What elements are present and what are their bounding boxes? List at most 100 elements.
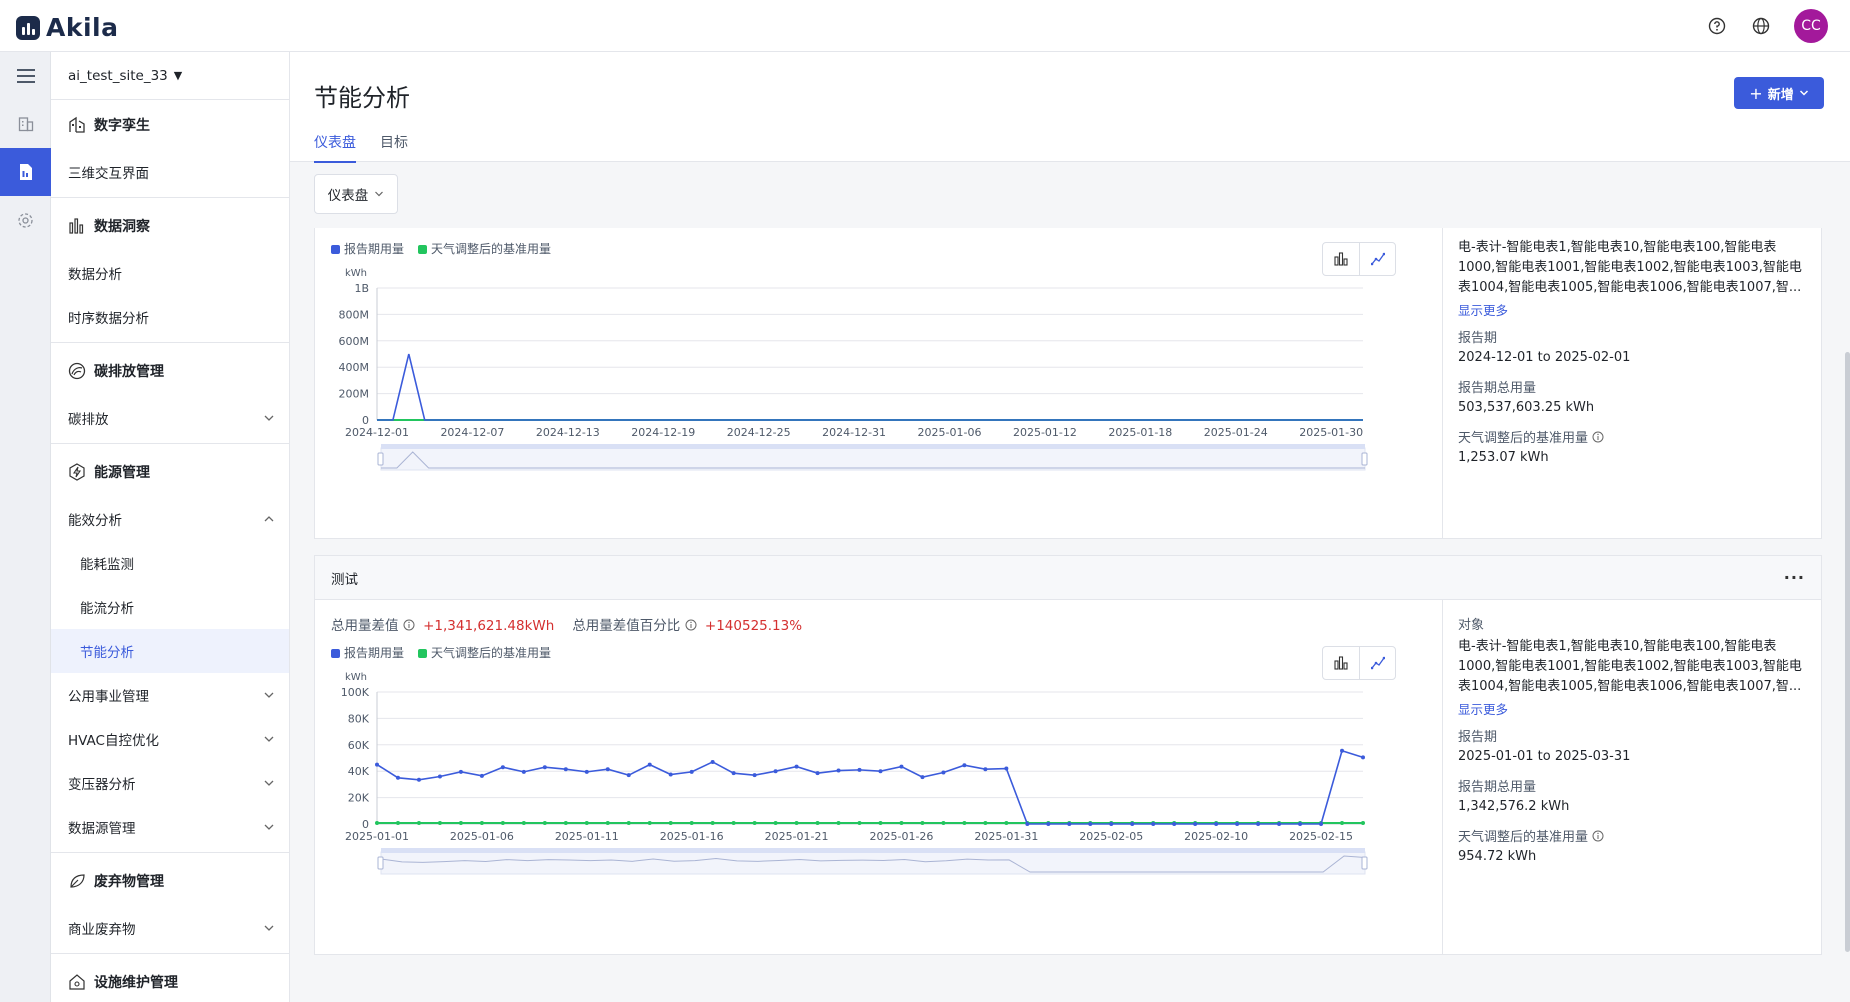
sidebar-item-consumption-monitor[interactable]: 能耗监测 — [51, 541, 289, 585]
data-point — [1193, 822, 1198, 826]
data-point — [899, 820, 904, 825]
y-axis-unit: kWh — [345, 672, 367, 683]
data-point — [1109, 822, 1114, 826]
more-options-icon[interactable]: ··· — [1784, 568, 1805, 587]
objects-text: 电-表计-智能电表1,智能电表10,智能电表100,智能电表1000,智能电表1… — [1458, 639, 1802, 694]
zoom-handle-right[interactable] — [1361, 856, 1368, 870]
data-point — [773, 769, 778, 774]
tab-dashboard[interactable]: 仪表盘 — [314, 132, 356, 163]
logo-text: Akila — [46, 13, 119, 42]
menu-toggle-icon[interactable] — [0, 52, 51, 100]
zoom-handle-left[interactable] — [377, 856, 384, 870]
energy-icon — [69, 463, 85, 481]
data-point — [605, 820, 610, 825]
sidebar-item-energy-flow[interactable]: 能流分析 — [51, 585, 289, 629]
zoom-slider-track[interactable] — [380, 447, 1366, 471]
sidebar-item-timeseries-analysis[interactable]: 时序数据分析 — [51, 295, 289, 339]
zoom-handle-left[interactable] — [377, 452, 384, 466]
logo-icon — [16, 15, 40, 40]
data-point — [1277, 822, 1282, 826]
content-area: 仪表盘 报告期用量 天气调整后的基准用量 kWh 0 200M 400M 600M 800… — [314, 174, 1824, 1002]
tab-targets[interactable]: 目标 — [380, 132, 408, 163]
data-point — [920, 820, 925, 825]
period-value: 2025-01-01 to 2025-03-31 — [1458, 749, 1631, 764]
chevron-down-icon — [264, 692, 274, 698]
data-point — [710, 759, 715, 764]
x-tick-label: 2025-02-15 — [1289, 830, 1353, 843]
sidebar-item-commercial-waste[interactable]: 商业废弃物 — [51, 906, 289, 950]
sidebar-item-transformer[interactable]: 变压器分析 — [51, 761, 289, 805]
data-point — [899, 764, 904, 769]
data-point — [500, 765, 505, 770]
sidebar-item-3d-interface[interactable]: 三维交互界面 — [51, 150, 289, 194]
sidebar-item-utility-management[interactable]: 公用事业管理 — [51, 673, 289, 717]
info-icon[interactable] — [1592, 431, 1604, 443]
data-point — [1004, 820, 1009, 825]
analysis-card-2: 测试 ··· 总用量差值 +1,341,621.48kWh 总用量差值百分比 +… — [314, 555, 1822, 955]
data-point — [794, 820, 799, 825]
globe-icon[interactable] — [1750, 15, 1772, 37]
show-more-link[interactable]: 显示更多 — [1458, 300, 1805, 319]
data-point — [1235, 822, 1240, 826]
app-logo[interactable]: Akila — [16, 13, 118, 42]
data-point — [395, 820, 400, 825]
group-title: 设施维护管理 — [94, 975, 178, 991]
group-waste[interactable]: 废弃物管理 — [51, 856, 289, 906]
building-icon[interactable] — [0, 100, 51, 148]
settings-icon[interactable] — [0, 196, 51, 244]
data-point — [1361, 820, 1365, 825]
data-point — [1067, 822, 1072, 826]
zoom-slider-track[interactable] — [380, 851, 1366, 875]
sidebar-item-data-analysis[interactable]: 数据分析 — [51, 251, 289, 295]
data-point — [794, 764, 799, 769]
group-digital-twin[interactable]: 数字孪生 — [51, 100, 289, 150]
data-point — [668, 820, 673, 825]
dashboard-select[interactable]: 仪表盘 — [314, 174, 398, 214]
chevron-down-icon — [264, 780, 274, 786]
group-facility[interactable]: 设施维护管理 — [51, 957, 289, 1002]
x-tick-label: 2025-02-05 — [1079, 830, 1143, 843]
data-point — [1214, 822, 1219, 826]
data-point — [563, 767, 568, 772]
baseline-label: 天气调整后的基准用量 — [1458, 427, 1805, 446]
data-point — [542, 765, 547, 770]
x-tick-label: 2025-01-31 — [974, 830, 1038, 843]
group-energy[interactable]: 能源管理 — [51, 447, 289, 497]
data-point — [1025, 822, 1030, 826]
data-point — [689, 769, 694, 774]
report-icon[interactable] — [0, 148, 51, 196]
data-point — [710, 820, 715, 825]
data-point — [458, 820, 463, 825]
chevron-down-icon — [375, 191, 384, 197]
y-tick-label: 800M — [339, 308, 370, 321]
group-carbon[interactable]: 碳排放管理 — [51, 346, 289, 396]
data-point — [1130, 822, 1135, 826]
sidebar-item-efficiency-analysis[interactable]: 能效分析 — [51, 497, 289, 541]
help-icon[interactable] — [1706, 15, 1728, 37]
plus-icon: + — [1749, 83, 1763, 103]
add-button[interactable]: + 新增 — [1734, 77, 1824, 109]
data-point — [375, 762, 379, 767]
group-data-insight[interactable]: 数据洞察 — [51, 201, 289, 251]
user-avatar[interactable]: CC — [1794, 9, 1828, 43]
x-tick-label: 2024-12-13 — [536, 426, 600, 439]
data-point — [563, 820, 568, 825]
site-selector[interactable]: ai_test_site_33 ▼ — [51, 52, 289, 100]
y-tick-label: 60K — [348, 739, 370, 752]
sidebar-item-carbon-emission[interactable]: 碳排放 — [51, 396, 289, 440]
data-point — [1151, 822, 1156, 826]
x-tick-label: 2025-01-12 — [1013, 426, 1077, 439]
caret-down-icon: ▼ — [173, 69, 183, 82]
x-tick-label: 2025-01-18 — [1108, 426, 1172, 439]
data-point — [1046, 822, 1051, 826]
y-tick-label: 1B — [354, 282, 369, 295]
card-title: 测试 — [331, 571, 358, 588]
page-scrollbar[interactable] — [1845, 352, 1850, 952]
info-icon[interactable] — [1592, 830, 1604, 842]
sidebar-item-datasource[interactable]: 数据源管理 — [51, 805, 289, 849]
sidebar-item-hvac[interactable]: HVAC自控优化 — [51, 717, 289, 761]
show-more-link[interactable]: 显示更多 — [1458, 699, 1805, 718]
data-point — [836, 768, 841, 773]
zoom-handle-right[interactable] — [1361, 452, 1368, 466]
sidebar-item-energy-saving[interactable]: 节能分析 — [51, 629, 289, 673]
